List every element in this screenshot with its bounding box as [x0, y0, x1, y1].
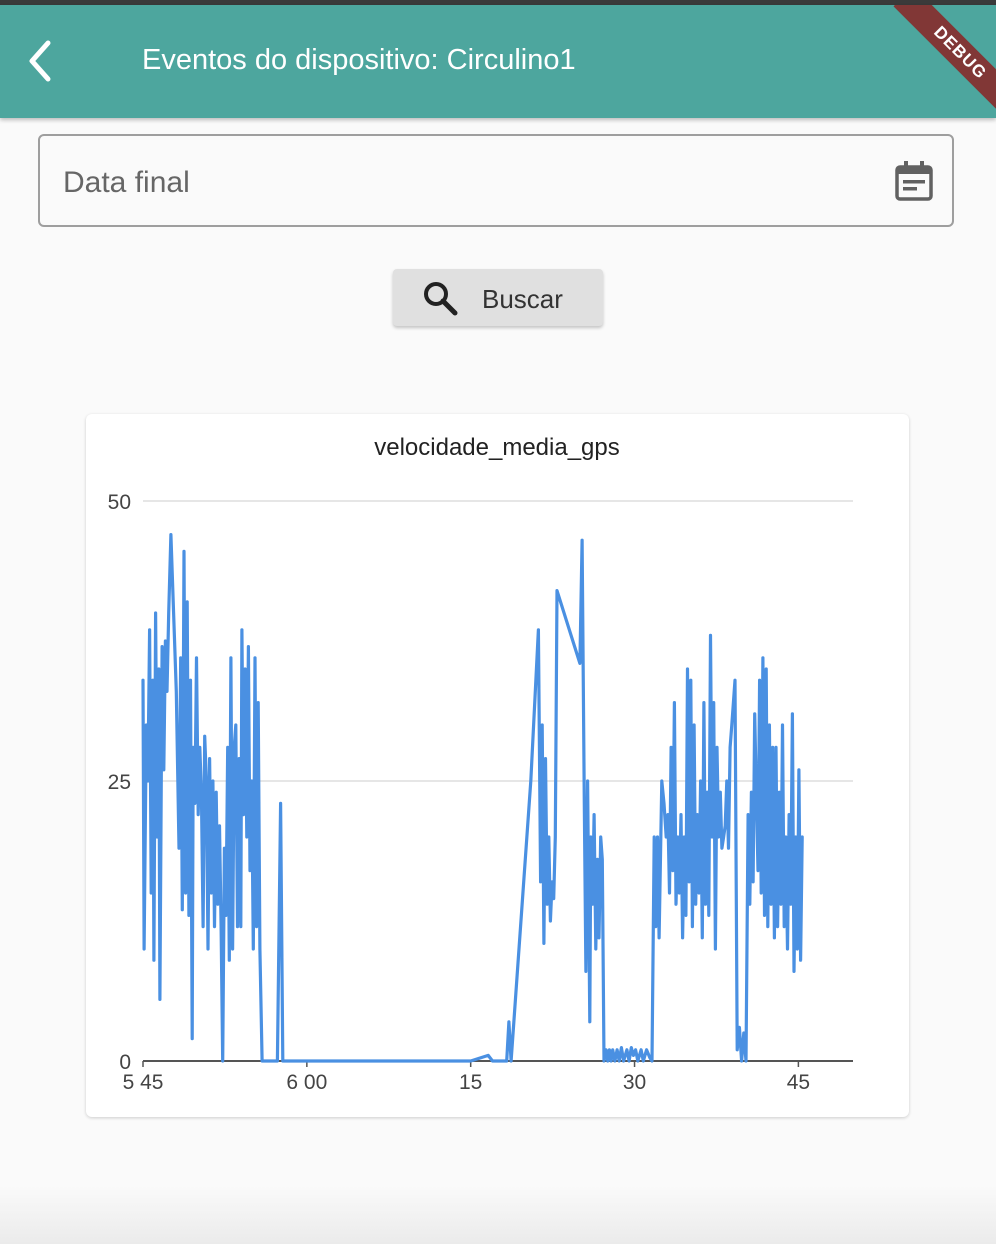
back-button[interactable] [18, 31, 66, 87]
search-button[interactable]: Buscar [393, 269, 603, 326]
x-tick-label: 15 [459, 1071, 482, 1094]
speed-series-line [141, 532, 804, 1063]
bottom-shade [0, 1185, 996, 1244]
x-tick-label: 45 [787, 1071, 810, 1094]
chevron-left-icon [29, 40, 51, 82]
chart-title: velocidade_media_gps [374, 434, 620, 461]
search-icon [421, 279, 459, 317]
y-tick-label: 50 [108, 491, 131, 514]
page-title: Eventos do dispositivo: Circulino1 [142, 44, 576, 76]
speed-chart-card: velocidade_media_gps 0 25 50 5 45 6 00 15 30 45 [86, 414, 909, 1117]
speed-chart: velocidade_media_gps025505 45 6 00 15 30 45 [108, 434, 853, 1094]
end-date-field[interactable]: Data final [38, 134, 954, 227]
x-tick-label: 5 45 [123, 1071, 164, 1094]
app-bar: Eventos do dispositivo: Circulino1 DEBUG [0, 5, 996, 118]
debug-banner: DEBUG [893, 5, 996, 118]
y-tick-label: 25 [108, 771, 131, 794]
x-tick-label: 6 00 [286, 1071, 327, 1094]
x-tick-label: 30 [623, 1071, 646, 1094]
end-date-label: Data final [63, 166, 190, 199]
calendar-icon[interactable] [894, 160, 934, 202]
search-button-label: Buscar [482, 284, 563, 314]
